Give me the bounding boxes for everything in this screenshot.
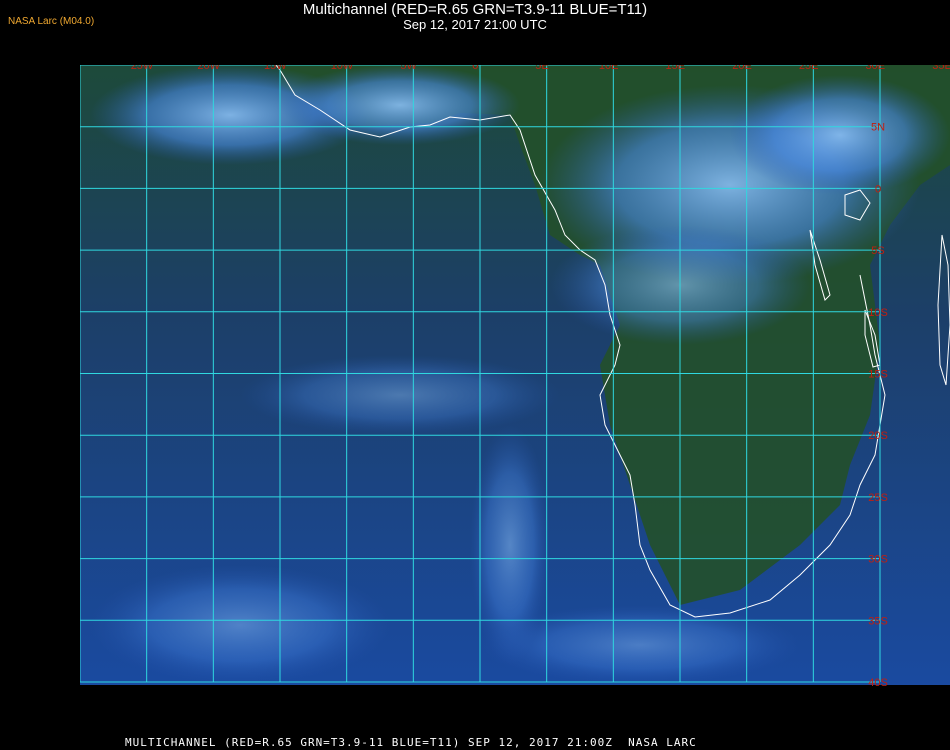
map-bottom-band	[80, 685, 950, 727]
longitude-label: 15W	[264, 65, 287, 72]
longitude-label: 20E	[732, 65, 752, 72]
longitude-label: 0	[472, 65, 478, 72]
longitude-label: 35E	[932, 65, 950, 72]
latitude-label: 30S	[868, 554, 888, 566]
longitude-label: 5W	[400, 65, 417, 72]
latitude-label: 10S	[868, 307, 888, 319]
longitude-label: 25E	[799, 65, 819, 72]
latitude-label: 5S	[871, 245, 884, 257]
latitude-label: 5N	[871, 122, 885, 134]
latitude-label: 25S	[868, 492, 888, 504]
image-timestamp: Sep 12, 2017 21:00 UTC	[403, 17, 547, 32]
longitude-label: 5E	[535, 65, 548, 72]
latitude-label: 0	[875, 183, 881, 195]
longitude-label: 30E	[866, 65, 886, 72]
longitude-label: 10W	[331, 65, 354, 72]
latitude-label: 40S	[868, 677, 888, 689]
longitude-label: 15E	[666, 65, 686, 72]
latitude-label: 20S	[868, 430, 888, 442]
latitude-label: 35S	[868, 615, 888, 627]
footer-caption: MULTICHANNEL (RED=R.65 GRN=T3.9-11 BLUE=…	[125, 736, 697, 749]
satellite-map: 25W 20W 15W 10W 5W 0 5E 10E 15E 20E 25E 30E 35E 5N 0 5…	[80, 65, 950, 727]
longitude-label: 10E	[599, 65, 619, 72]
longitude-label: 20W	[197, 65, 220, 72]
longitude-label: 25W	[131, 65, 154, 72]
latitude-label: 15S	[868, 369, 888, 381]
image-title: Multichannel (RED=R.65 GRN=T3.9-11 BLUE=…	[302, 1, 648, 18]
